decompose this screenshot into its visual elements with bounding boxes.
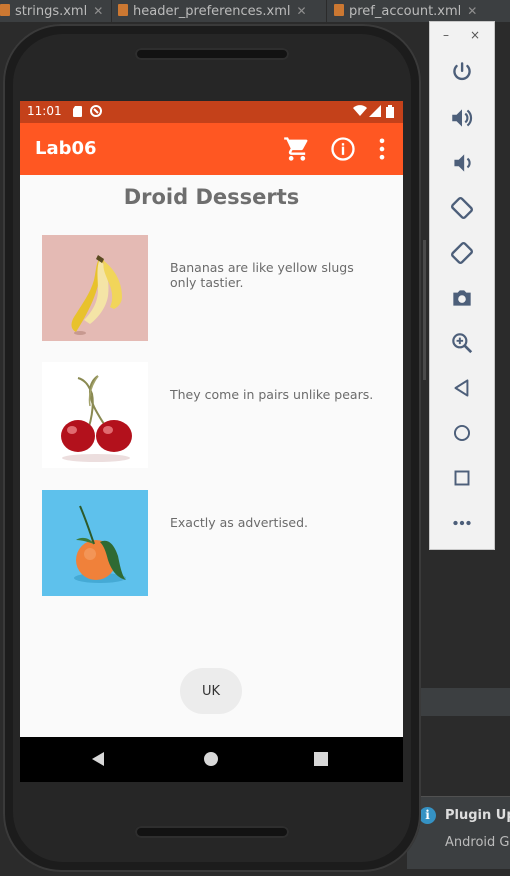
system-navigation-bar xyxy=(20,737,403,782)
emulator-toolbar: – × xyxy=(429,21,495,550)
overview-icon[interactable] xyxy=(449,465,475,491)
mandarin-image[interactable] xyxy=(42,490,148,596)
sd-card-icon xyxy=(73,106,82,117)
tab-header-preferences-xml[interactable]: header_preferences.xml ✕ xyxy=(112,0,327,22)
battery-icon xyxy=(386,105,394,118)
item-description: Bananas are like yellow slugs only tasti… xyxy=(170,260,354,290)
cellular-signal-icon xyxy=(369,105,381,117)
rotate-right-icon[interactable] xyxy=(449,240,475,266)
wifi-icon xyxy=(353,105,367,116)
tab-label: header_preferences.xml xyxy=(133,4,291,19)
item-description: They come in pairs unlike pears. xyxy=(170,387,374,402)
overview-icon[interactable] xyxy=(310,748,332,770)
xml-file-icon xyxy=(0,4,10,16)
uk-button[interactable]: UK xyxy=(180,668,242,714)
zoom-icon[interactable] xyxy=(449,330,475,356)
plugin-update-notification[interactable]: i Plugin Up Android G xyxy=(407,796,510,869)
overflow-menu-icon[interactable] xyxy=(368,135,396,163)
home-icon[interactable] xyxy=(200,748,222,770)
tab-label: pref_account.xml xyxy=(349,4,462,19)
page-heading: Droid Desserts xyxy=(123,185,300,209)
ide-scrollbar[interactable] xyxy=(423,240,426,380)
notification-subtitle: Android G xyxy=(445,835,510,850)
app-bar: Lab06 xyxy=(20,123,403,175)
close-button[interactable]: × xyxy=(470,28,480,42)
editor-tab-strip: strings.xml ✕ header_preferences.xml ✕ pre… xyxy=(0,0,510,23)
earpiece-speaker xyxy=(135,48,289,60)
xml-file-icon xyxy=(118,4,128,16)
status-bar: 11:01 xyxy=(20,101,403,123)
notification-title: Plugin Up xyxy=(445,808,510,823)
bottom-speaker xyxy=(135,826,289,838)
cart-icon[interactable] xyxy=(283,135,311,163)
close-tab-icon[interactable]: ✕ xyxy=(297,4,307,18)
minimize-button[interactable]: – xyxy=(443,28,449,42)
banana-image[interactable] xyxy=(42,235,148,341)
list-item: Exactly as advertised. xyxy=(42,490,382,596)
back-icon[interactable] xyxy=(449,375,475,401)
camera-icon[interactable] xyxy=(449,285,475,311)
app-title: Lab06 xyxy=(35,138,97,159)
xml-file-icon xyxy=(334,4,344,16)
status-time: 11:01 xyxy=(27,104,62,118)
volume-down-icon[interactable] xyxy=(449,150,475,176)
close-tab-icon[interactable]: ✕ xyxy=(467,4,477,18)
device-screen: 11:01 Lab06 Droid Desserts Bananas are l… xyxy=(20,101,403,782)
back-icon[interactable] xyxy=(88,748,110,770)
tab-strings-xml[interactable]: strings.xml ✕ xyxy=(0,0,112,22)
list-item: Bananas are like yellow slugs only tasti… xyxy=(42,235,382,341)
item-description: Exactly as advertised. xyxy=(170,515,309,530)
volume-up-icon[interactable] xyxy=(449,105,475,131)
info-icon: i xyxy=(419,807,436,824)
list-item: They come in pairs unlike pears. xyxy=(42,362,382,468)
info-icon[interactable] xyxy=(329,135,357,163)
rotate-left-icon[interactable] xyxy=(449,195,475,221)
sync-icon xyxy=(90,105,102,117)
close-tab-icon[interactable]: ✕ xyxy=(93,4,103,18)
more-icon[interactable] xyxy=(449,510,475,536)
tab-pref-account-xml[interactable]: pref_account.xml ✕ xyxy=(328,0,510,22)
cherries-image[interactable] xyxy=(42,362,148,468)
tab-label: strings.xml xyxy=(15,4,88,19)
power-icon[interactable] xyxy=(449,59,475,85)
home-icon[interactable] xyxy=(449,420,475,446)
